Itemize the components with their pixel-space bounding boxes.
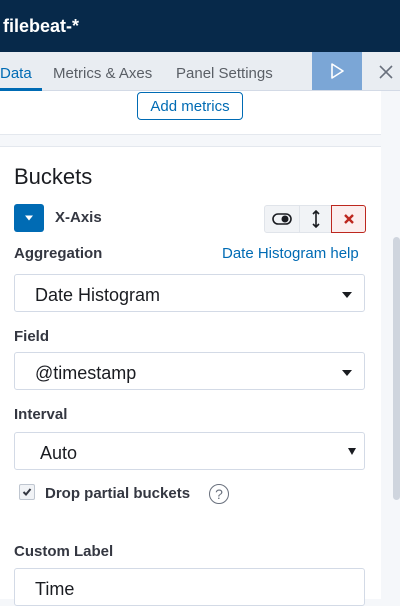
scrollbar-thumb[interactable] xyxy=(393,237,400,500)
apply-changes-button[interactable] xyxy=(312,52,362,90)
field-label: Field xyxy=(14,328,50,345)
collapse-toggle-button[interactable] xyxy=(14,204,44,232)
remove-aggregation-button[interactable] xyxy=(331,205,366,233)
toggle-aggregation-button[interactable] xyxy=(264,205,300,233)
buckets-heading: Buckets xyxy=(14,164,93,189)
aggregation-label: Aggregation xyxy=(14,245,103,262)
chevron-down-icon xyxy=(348,448,356,455)
index-pattern-title: filebeat-* xyxy=(3,16,80,36)
custom-label-input[interactable]: Time xyxy=(14,568,365,606)
interval-select[interactable]: Auto xyxy=(14,432,365,470)
close-editor-button[interactable] xyxy=(374,60,398,84)
tab-metrics-axes[interactable]: Metrics & Axes xyxy=(53,65,152,82)
field-select[interactable]: @timestamp xyxy=(14,352,365,390)
sort-vertical-icon xyxy=(311,210,320,228)
drop-partial-checkbox[interactable] xyxy=(19,484,35,500)
aggregation-title: X-Axis xyxy=(55,209,102,226)
custom-label-value: Time xyxy=(35,579,75,599)
tab-panel-settings[interactable]: Panel Settings xyxy=(176,65,273,82)
custom-label-label: Custom Label xyxy=(14,543,114,560)
field-value: @timestamp xyxy=(35,363,137,383)
interval-value: Auto xyxy=(40,443,78,463)
tab-data[interactable]: Data xyxy=(0,65,32,82)
aggregation-select[interactable]: Date Histogram xyxy=(14,274,365,312)
toggle-icon xyxy=(272,213,292,225)
index-pattern-header: filebeat-* xyxy=(0,0,400,52)
help-icon[interactable]: ? xyxy=(209,484,229,504)
chevron-down-icon xyxy=(342,370,352,376)
play-icon xyxy=(331,63,344,79)
cross-icon xyxy=(343,214,354,224)
interval-label: Interval xyxy=(14,406,68,423)
date-histogram-help-link[interactable]: Date Histogram help xyxy=(222,245,359,262)
close-icon xyxy=(379,65,393,79)
drag-aggregation-handle[interactable] xyxy=(299,205,332,233)
chevron-down-icon xyxy=(25,215,33,221)
add-metrics-button[interactable]: Add metrics xyxy=(137,92,243,120)
chevron-down-icon xyxy=(342,292,352,298)
checkmark-icon xyxy=(22,488,32,496)
drop-partial-label[interactable]: Drop partial buckets xyxy=(45,485,190,502)
aggregation-value: Date Histogram xyxy=(35,285,161,305)
